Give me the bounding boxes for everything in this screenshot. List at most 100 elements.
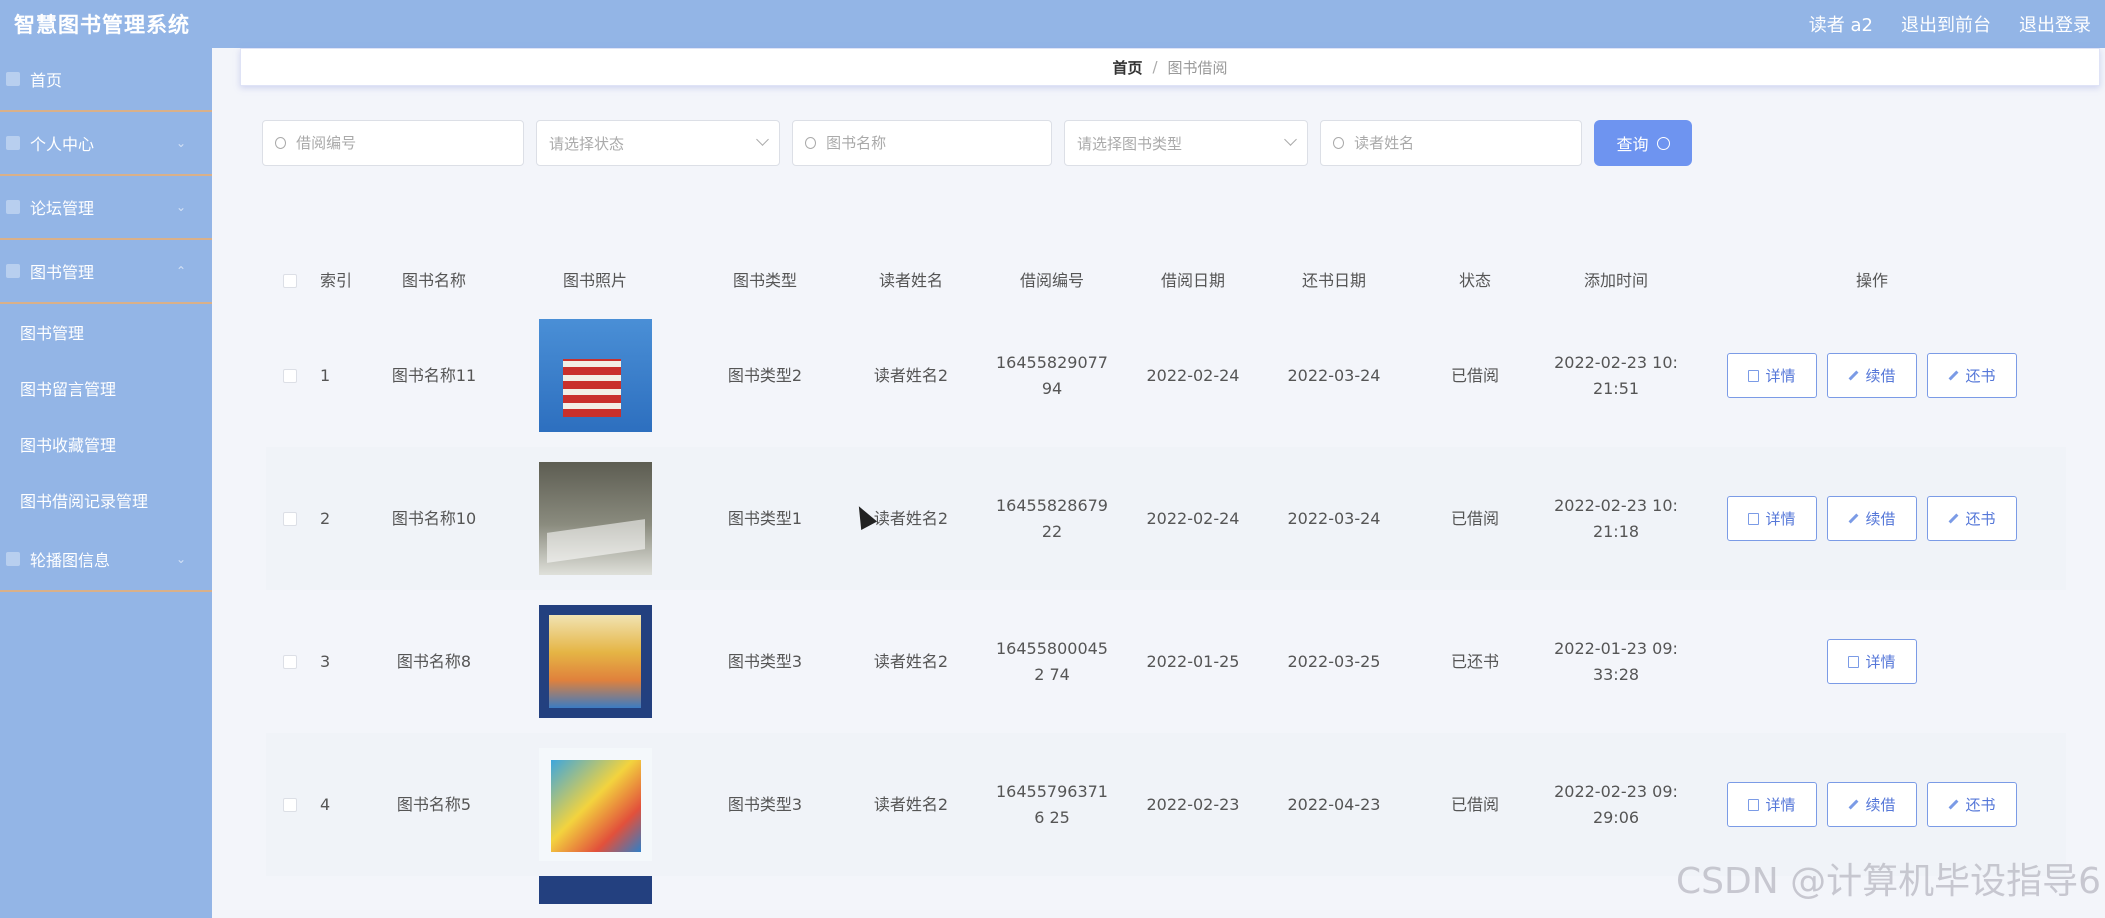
submenu-borrow-records[interactable]: 图书借阅记录管理 bbox=[0, 472, 212, 528]
reader-name-field[interactable] bbox=[1320, 120, 1582, 166]
breadcrumb-home[interactable]: 首页 bbox=[1112, 57, 1142, 78]
book-name-field[interactable] bbox=[792, 120, 1052, 166]
breadcrumb-current: 图书借阅 bbox=[1167, 58, 1228, 77]
return-button[interactable]: 还书 bbox=[1927, 353, 2017, 398]
row-status: 已借阅 bbox=[1450, 508, 1499, 528]
chevron-down-icon bbox=[1284, 133, 1297, 146]
sidebar-item-forum[interactable]: 论坛管理 ⌄ bbox=[0, 176, 212, 240]
header-borrow-no: 借阅编号 bbox=[1019, 271, 1084, 290]
row-image-cell bbox=[512, 462, 678, 575]
image-icon bbox=[6, 552, 20, 566]
row-book-type: 图书类型3 bbox=[727, 794, 803, 814]
forum-icon bbox=[6, 200, 20, 214]
breadcrumb: 首页 / 图书借阅 bbox=[240, 48, 2100, 86]
row-checkbox[interactable] bbox=[283, 368, 297, 383]
row-select-cell bbox=[266, 368, 314, 383]
row-index: 1 bbox=[320, 365, 331, 385]
sidebar-item-label: 论坛管理 bbox=[30, 199, 95, 218]
row-select-cell bbox=[266, 654, 314, 669]
select-all-cell bbox=[266, 274, 314, 288]
table-header: 索引 图书名称 图书照片 图书类型 读者姓名 借阅编号 借阅日期 还书日期 状态… bbox=[266, 258, 2066, 304]
table-row: 2 图书名称10 图书类型1 读者姓名2 1645582867922 2022-… bbox=[266, 447, 2066, 590]
detail-button-label: 详情 bbox=[1865, 652, 1896, 671]
home-icon bbox=[6, 72, 20, 86]
edit-icon bbox=[1849, 799, 1859, 810]
status-select[interactable]: 请选择状态 bbox=[536, 120, 780, 166]
detail-button-label: 详情 bbox=[1765, 509, 1796, 528]
sidebar-item-label: 轮播图信息 bbox=[30, 551, 111, 570]
row-return-date: 2022-04-23 bbox=[1287, 794, 1381, 814]
logout-link[interactable]: 退出登录 bbox=[2019, 11, 2091, 37]
book-cover-image bbox=[538, 876, 652, 904]
sidebar-item-label: 个人中心 bbox=[30, 135, 95, 154]
row-added-cell: 2022-02-23 10:21:51 bbox=[1534, 350, 1698, 402]
row-checkbox[interactable] bbox=[283, 654, 297, 669]
header-type: 图书类型 bbox=[732, 271, 797, 290]
row-ops: 详情 bbox=[1698, 639, 2046, 684]
user-icon bbox=[6, 136, 20, 150]
app-title: 智慧图书管理系统 bbox=[14, 13, 190, 37]
detail-button-label: 详情 bbox=[1765, 795, 1796, 814]
row-image-cell bbox=[512, 748, 678, 861]
submenu-book-comments[interactable]: 图书留言管理 bbox=[0, 360, 212, 416]
row-checkbox[interactable] bbox=[283, 797, 297, 812]
renew-button[interactable]: 续借 bbox=[1827, 782, 1917, 827]
return-button-label: 还书 bbox=[1965, 795, 1996, 814]
detail-button[interactable]: 详情 bbox=[1727, 353, 1817, 398]
row-book-type: 图书类型2 bbox=[727, 365, 803, 385]
row-added: 2022-01-23 09:33:28 bbox=[1554, 638, 1678, 684]
search-icon bbox=[275, 137, 287, 149]
select-all-checkbox[interactable] bbox=[283, 274, 297, 288]
row-status: 已借阅 bbox=[1450, 365, 1499, 385]
submenu-book-manage[interactable]: 图书管理 bbox=[0, 304, 212, 360]
back-to-front-link[interactable]: 退出到前台 bbox=[1901, 11, 1991, 37]
row-borrow-date: 2022-02-24 bbox=[1146, 365, 1240, 385]
row-status: 已借阅 bbox=[1450, 794, 1499, 814]
row-return-date: 2022-03-24 bbox=[1287, 365, 1381, 385]
renew-button[interactable]: 续借 bbox=[1827, 353, 1917, 398]
row-checkbox[interactable] bbox=[283, 511, 297, 526]
query-button[interactable]: 查询 bbox=[1594, 120, 1692, 166]
sidebar-item-home[interactable]: 首页 bbox=[0, 48, 212, 112]
book-name-input[interactable] bbox=[826, 134, 1039, 152]
books-submenu: 图书管理 图书留言管理 图书收藏管理 图书借阅记录管理 bbox=[0, 304, 212, 528]
row-book-name: 图书名称5 bbox=[396, 794, 472, 814]
header-image: 图书照片 bbox=[562, 271, 627, 290]
edit-icon bbox=[1949, 513, 1959, 524]
borrow-no-input[interactable] bbox=[296, 134, 511, 152]
row-book-name: 图书名称8 bbox=[396, 651, 472, 671]
chevron-down-icon: ⌄ bbox=[175, 200, 186, 214]
sidebar-item-books[interactable]: 图书管理 ⌃ bbox=[0, 240, 212, 304]
edit-icon bbox=[1849, 513, 1859, 524]
edit-icon bbox=[1949, 799, 1959, 810]
search-icon bbox=[1656, 136, 1670, 150]
renew-button-label: 续借 bbox=[1865, 509, 1896, 528]
sidebar-item-carousel[interactable]: 轮播图信息 ⌄ bbox=[0, 528, 212, 592]
edit-icon bbox=[1949, 370, 1959, 381]
row-select-cell bbox=[266, 511, 314, 526]
row-status: 已还书 bbox=[1450, 651, 1499, 671]
submenu-book-favorites[interactable]: 图书收藏管理 bbox=[0, 416, 212, 472]
renew-button[interactable]: 续借 bbox=[1827, 496, 1917, 541]
reader-name-input[interactable] bbox=[1354, 134, 1569, 152]
sidebar-item-label: 图书管理 bbox=[30, 263, 95, 282]
detail-button[interactable]: 详情 bbox=[1727, 782, 1817, 827]
document-icon bbox=[1748, 512, 1760, 525]
return-button[interactable]: 还书 bbox=[1927, 496, 2017, 541]
row-borrow-date: 2022-01-25 bbox=[1146, 651, 1240, 671]
borrow-table: 索引 图书名称 图书照片 图书类型 读者姓名 借阅编号 借阅日期 还书日期 状态… bbox=[266, 258, 2066, 916]
book-type-select[interactable]: 请选择图书类型 bbox=[1064, 120, 1308, 166]
row-image-cell bbox=[512, 876, 678, 904]
sidebar-item-personal-center[interactable]: 个人中心 ⌄ bbox=[0, 112, 212, 176]
header-added: 添加时间 bbox=[1583, 271, 1648, 290]
return-button[interactable]: 还书 bbox=[1927, 782, 2017, 827]
search-bar: 请选择状态 请选择图书类型 查询 bbox=[262, 120, 1692, 166]
document-icon bbox=[1748, 369, 1760, 382]
borrow-no-field[interactable] bbox=[262, 120, 524, 166]
detail-button[interactable]: 详情 bbox=[1727, 496, 1817, 541]
detail-button[interactable]: 详情 bbox=[1827, 639, 1917, 684]
row-book-name: 图书名称11 bbox=[391, 365, 477, 385]
header-actions: 读者 a2 退出到前台 退出登录 bbox=[1809, 11, 2091, 37]
header-index: 索引 bbox=[320, 271, 353, 290]
header-status: 状态 bbox=[1458, 271, 1491, 290]
